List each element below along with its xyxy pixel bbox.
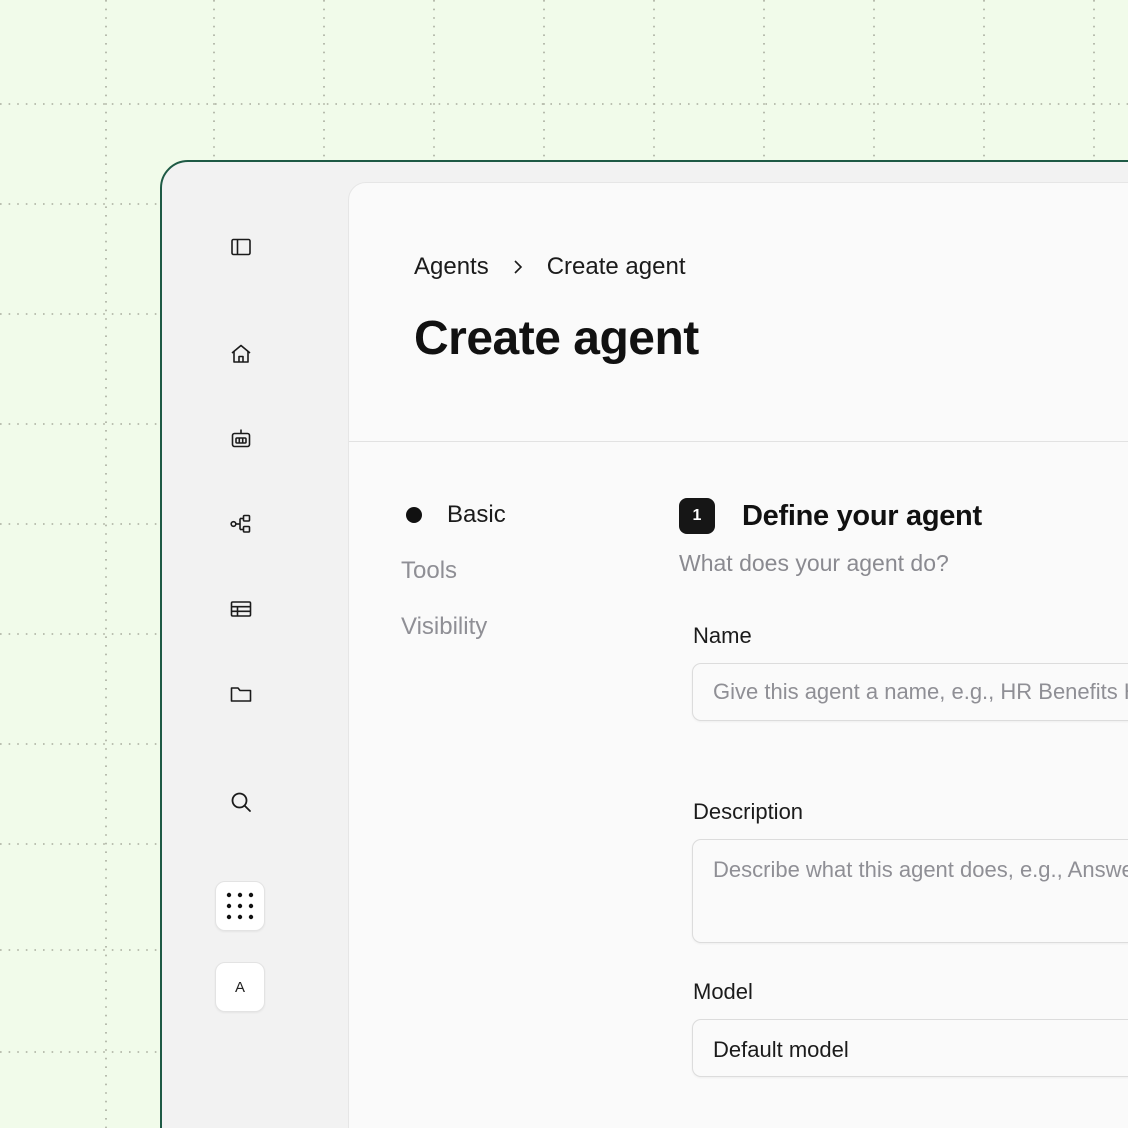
step-basic[interactable]: Basic — [401, 501, 506, 529]
apps-grid-icon — [226, 892, 254, 920]
header-divider — [349, 441, 1128, 442]
main-panel: Agents Create agent Create agent Basic T… — [348, 182, 1128, 1128]
name-field-box — [692, 663, 1128, 721]
active-step-dot — [406, 507, 422, 523]
workflow-icon[interactable] — [228, 511, 254, 537]
search-icon[interactable] — [228, 789, 254, 815]
step-basic-label: Basic — [447, 501, 506, 528]
step-tools[interactable]: Tools — [401, 557, 457, 585]
section-subtitle: What does your agent do? — [679, 550, 949, 576]
page-title: Create agent — [414, 312, 699, 365]
name-input[interactable] — [693, 664, 1128, 720]
avatar-initial: A — [234, 978, 245, 996]
chevron-right-icon — [511, 259, 525, 275]
breadcrumb-agents-link[interactable]: Agents — [414, 253, 489, 281]
description-input[interactable] — [693, 840, 1128, 942]
avatar[interactable]: A — [215, 962, 265, 1012]
section-header: 1 Define your agent — [679, 498, 1128, 534]
section-title: Define your agent — [742, 499, 982, 532]
model-select[interactable]: Default model — [692, 1019, 1128, 1077]
description-field-box — [692, 839, 1128, 943]
home-icon[interactable] — [228, 341, 254, 367]
model-select-value: Default model — [713, 1037, 849, 1062]
define-agent-section: 1 Define your agent What does your agent… — [679, 498, 1128, 1077]
sidebar-toggle-icon[interactable] — [228, 234, 254, 260]
table-icon[interactable] — [228, 596, 254, 622]
robot-icon[interactable] — [228, 426, 254, 452]
breadcrumb-current: Create agent — [546, 253, 686, 280]
model-label: Model — [693, 979, 753, 1004]
folder-icon[interactable] — [228, 681, 254, 707]
name-label: Name — [693, 623, 752, 648]
description-label: Description — [693, 799, 804, 824]
sidebar: A — [162, 162, 348, 1128]
breadcrumb: Agents Create agent — [414, 253, 685, 281]
apps-grid-button[interactable] — [215, 881, 265, 931]
step-number-badge: 1 — [679, 498, 715, 534]
step-visibility[interactable]: Visibility — [401, 613, 487, 641]
app-window: A Agents Create agent Create agent Basic… — [160, 160, 1128, 1128]
